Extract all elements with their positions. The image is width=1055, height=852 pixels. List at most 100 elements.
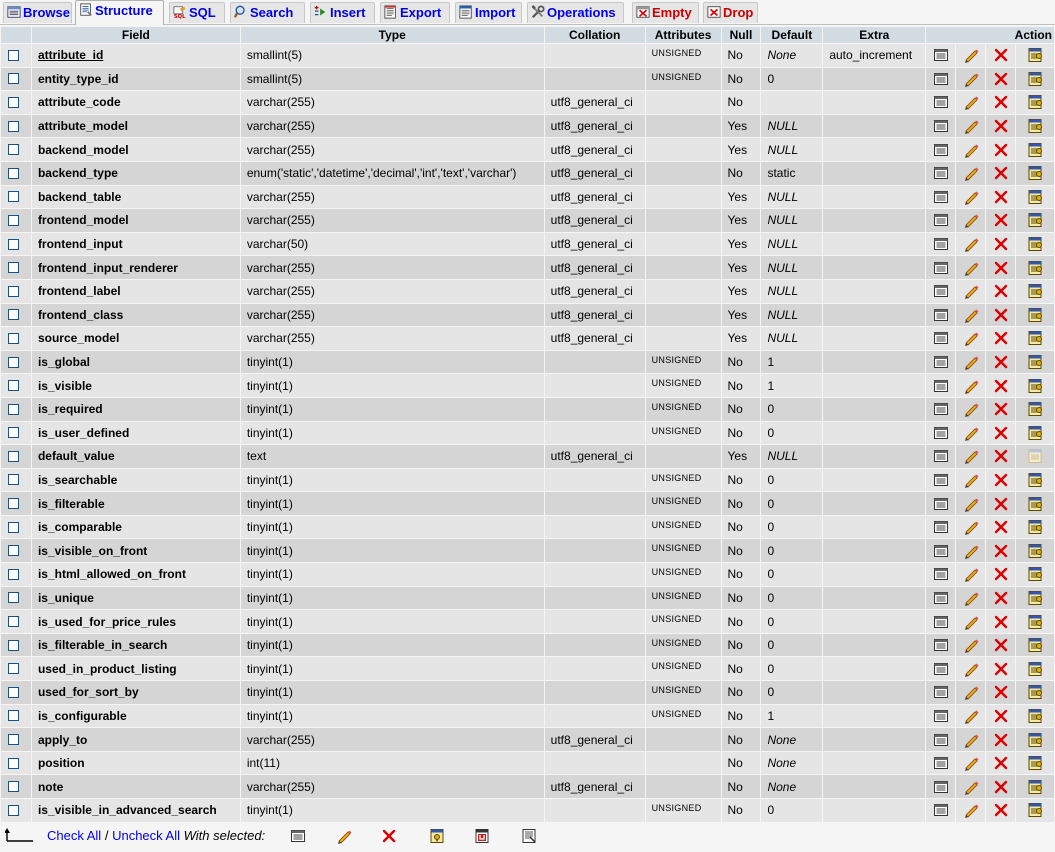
change-button[interactable] bbox=[955, 491, 987, 516]
index-button[interactable] bbox=[1015, 113, 1055, 139]
index-button[interactable] bbox=[1015, 656, 1055, 682]
row-checkbox[interactable] bbox=[8, 238, 19, 250]
browse-distinct-button[interactable] bbox=[925, 585, 957, 611]
index-button[interactable] bbox=[1015, 467, 1055, 493]
change-button[interactable] bbox=[955, 420, 987, 446]
drop-button[interactable] bbox=[985, 90, 1017, 115]
index-button[interactable] bbox=[1015, 373, 1055, 398]
browse-distinct-button[interactable] bbox=[925, 774, 957, 799]
index-button[interactable] bbox=[1015, 43, 1055, 68]
drop-button[interactable] bbox=[985, 467, 1017, 493]
change-button[interactable] bbox=[955, 680, 987, 705]
change-button[interactable] bbox=[955, 514, 987, 540]
change-button[interactable] bbox=[955, 373, 987, 398]
change-button[interactable] bbox=[955, 43, 987, 68]
index-button[interactable] bbox=[1015, 703, 1055, 729]
drop-button[interactable] bbox=[985, 538, 1017, 564]
row-checkbox[interactable] bbox=[8, 474, 19, 486]
browse-distinct-button[interactable] bbox=[925, 538, 957, 564]
bulk-drop-button[interactable] bbox=[381, 828, 397, 844]
change-button[interactable] bbox=[955, 208, 987, 233]
bulk-change-button[interactable] bbox=[336, 828, 352, 844]
change-button[interactable] bbox=[955, 538, 987, 564]
change-button[interactable] bbox=[955, 160, 987, 186]
index-button[interactable] bbox=[1015, 585, 1055, 611]
browse-distinct-button[interactable] bbox=[925, 255, 957, 280]
browse-distinct-button[interactable] bbox=[925, 66, 957, 92]
change-button[interactable] bbox=[955, 396, 987, 422]
drop-button[interactable] bbox=[985, 160, 1017, 186]
index-button[interactable] bbox=[1015, 160, 1055, 186]
row-checkbox[interactable] bbox=[8, 356, 19, 368]
browse-distinct-button[interactable] bbox=[925, 160, 957, 186]
browse-distinct-button[interactable] bbox=[925, 609, 957, 634]
row-checkbox[interactable] bbox=[8, 96, 19, 108]
row-checkbox[interactable] bbox=[8, 521, 19, 533]
change-button[interactable] bbox=[955, 444, 987, 469]
tab-export[interactable]: Export bbox=[380, 2, 450, 23]
drop-button[interactable] bbox=[985, 774, 1017, 799]
tab-structure[interactable]: Structure bbox=[75, 0, 164, 25]
browse-distinct-button[interactable] bbox=[925, 184, 957, 210]
row-checkbox[interactable] bbox=[8, 804, 19, 816]
row-checkbox[interactable] bbox=[8, 663, 19, 675]
browse-distinct-button[interactable] bbox=[925, 444, 957, 469]
drop-button[interactable] bbox=[985, 750, 1017, 776]
browse-distinct-button[interactable] bbox=[925, 373, 957, 398]
row-checkbox[interactable] bbox=[8, 545, 19, 557]
row-checkbox[interactable] bbox=[8, 403, 19, 415]
browse-distinct-button[interactable] bbox=[925, 231, 957, 257]
index-button[interactable] bbox=[1015, 208, 1055, 233]
row-checkbox[interactable] bbox=[8, 214, 19, 226]
row-checkbox[interactable] bbox=[8, 262, 19, 274]
tab-import[interactable]: Import bbox=[455, 2, 522, 23]
change-button[interactable] bbox=[955, 326, 987, 351]
index-button[interactable] bbox=[1015, 491, 1055, 516]
drop-button[interactable] bbox=[985, 609, 1017, 634]
change-button[interactable] bbox=[955, 750, 987, 776]
change-button[interactable] bbox=[955, 90, 987, 115]
drop-button[interactable] bbox=[985, 231, 1017, 257]
row-checkbox[interactable] bbox=[8, 710, 19, 722]
index-button[interactable] bbox=[1015, 90, 1055, 115]
tab-browse[interactable]: Browse bbox=[3, 2, 72, 23]
drop-button[interactable] bbox=[985, 373, 1017, 398]
browse-distinct-button[interactable] bbox=[925, 491, 957, 516]
index-button[interactable] bbox=[1015, 137, 1055, 162]
change-button[interactable] bbox=[955, 562, 987, 587]
index-button[interactable] bbox=[1015, 538, 1055, 564]
change-button[interactable] bbox=[955, 231, 987, 257]
tab-drop[interactable]: Drop bbox=[703, 2, 758, 23]
browse-distinct-button[interactable] bbox=[925, 396, 957, 422]
index-button[interactable] bbox=[1015, 66, 1055, 92]
change-button[interactable] bbox=[955, 278, 987, 304]
tab-insert[interactable]: Insert bbox=[310, 2, 375, 23]
row-checkbox[interactable] bbox=[8, 498, 19, 510]
browse-distinct-button[interactable] bbox=[925, 420, 957, 446]
row-checkbox[interactable] bbox=[8, 734, 19, 746]
browse-distinct-button[interactable] bbox=[925, 514, 957, 540]
change-button[interactable] bbox=[955, 632, 987, 658]
change-button[interactable] bbox=[955, 255, 987, 280]
change-button[interactable] bbox=[955, 774, 987, 799]
tab-empty[interactable]: Empty bbox=[632, 2, 699, 23]
change-button[interactable] bbox=[955, 703, 987, 729]
row-checkbox[interactable] bbox=[8, 568, 19, 580]
drop-button[interactable] bbox=[985, 798, 1017, 823]
drop-button[interactable] bbox=[985, 208, 1017, 233]
browse-distinct-button[interactable] bbox=[925, 703, 957, 729]
row-checkbox[interactable] bbox=[8, 49, 19, 61]
index-button[interactable] bbox=[1015, 750, 1055, 776]
row-checkbox[interactable] bbox=[8, 332, 19, 344]
index-button[interactable] bbox=[1015, 514, 1055, 540]
browse-distinct-button[interactable] bbox=[925, 208, 957, 233]
change-button[interactable] bbox=[955, 656, 987, 682]
browse-distinct-button[interactable] bbox=[925, 137, 957, 162]
change-button[interactable] bbox=[955, 184, 987, 210]
browse-distinct-button[interactable] bbox=[925, 632, 957, 658]
drop-button[interactable] bbox=[985, 396, 1017, 422]
change-button[interactable] bbox=[955, 467, 987, 493]
drop-button[interactable] bbox=[985, 420, 1017, 446]
tab-search[interactable]: Search bbox=[230, 2, 305, 23]
browse-distinct-button[interactable] bbox=[925, 680, 957, 705]
